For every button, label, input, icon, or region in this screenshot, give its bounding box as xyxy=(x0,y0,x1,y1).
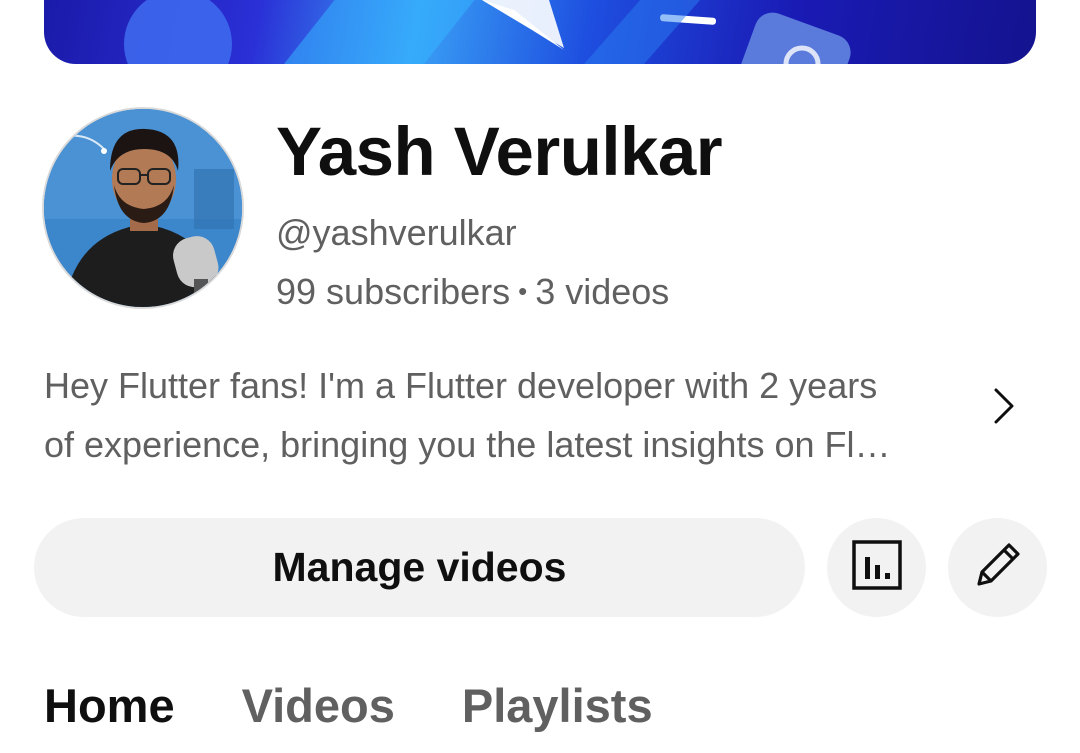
channel-name: Yash Verulkar xyxy=(276,113,723,190)
stats-separator: • xyxy=(518,276,528,306)
analytics-icon xyxy=(851,539,903,596)
description-line-1: Hey Flutter fans! I'm a Flutter develope… xyxy=(44,365,878,406)
edit-channel-button[interactable] xyxy=(948,518,1047,617)
channel-tabs: Home Videos Playlists xyxy=(44,678,720,733)
channel-handle: @yashverulkar xyxy=(276,212,517,253)
tab-home[interactable]: Home xyxy=(44,678,175,733)
channel-avatar[interactable] xyxy=(42,107,244,309)
tab-videos[interactable]: Videos xyxy=(242,678,395,733)
manage-videos-label: Manage videos xyxy=(272,544,567,590)
channel-banner xyxy=(44,0,1036,64)
video-count: 3 videos xyxy=(535,271,670,312)
subscriber-count: 99 subscribers xyxy=(276,271,511,312)
tab-playlists[interactable]: Playlists xyxy=(462,678,653,733)
pencil-icon xyxy=(971,538,1025,597)
analytics-button[interactable] xyxy=(827,518,926,617)
chevron-right-icon[interactable] xyxy=(984,384,1024,428)
channel-description[interactable]: Hey Flutter fans! I'm a Flutter develope… xyxy=(44,356,964,474)
channel-page: Yash Verulkar @yashverulkar 99 subscribe… xyxy=(0,0,1080,753)
manage-videos-button[interactable]: Manage videos xyxy=(34,518,805,617)
description-line-2: of experience, bringing you the latest i… xyxy=(44,424,891,465)
channel-stats: 99 subscribers • 3 videos xyxy=(276,271,669,313)
